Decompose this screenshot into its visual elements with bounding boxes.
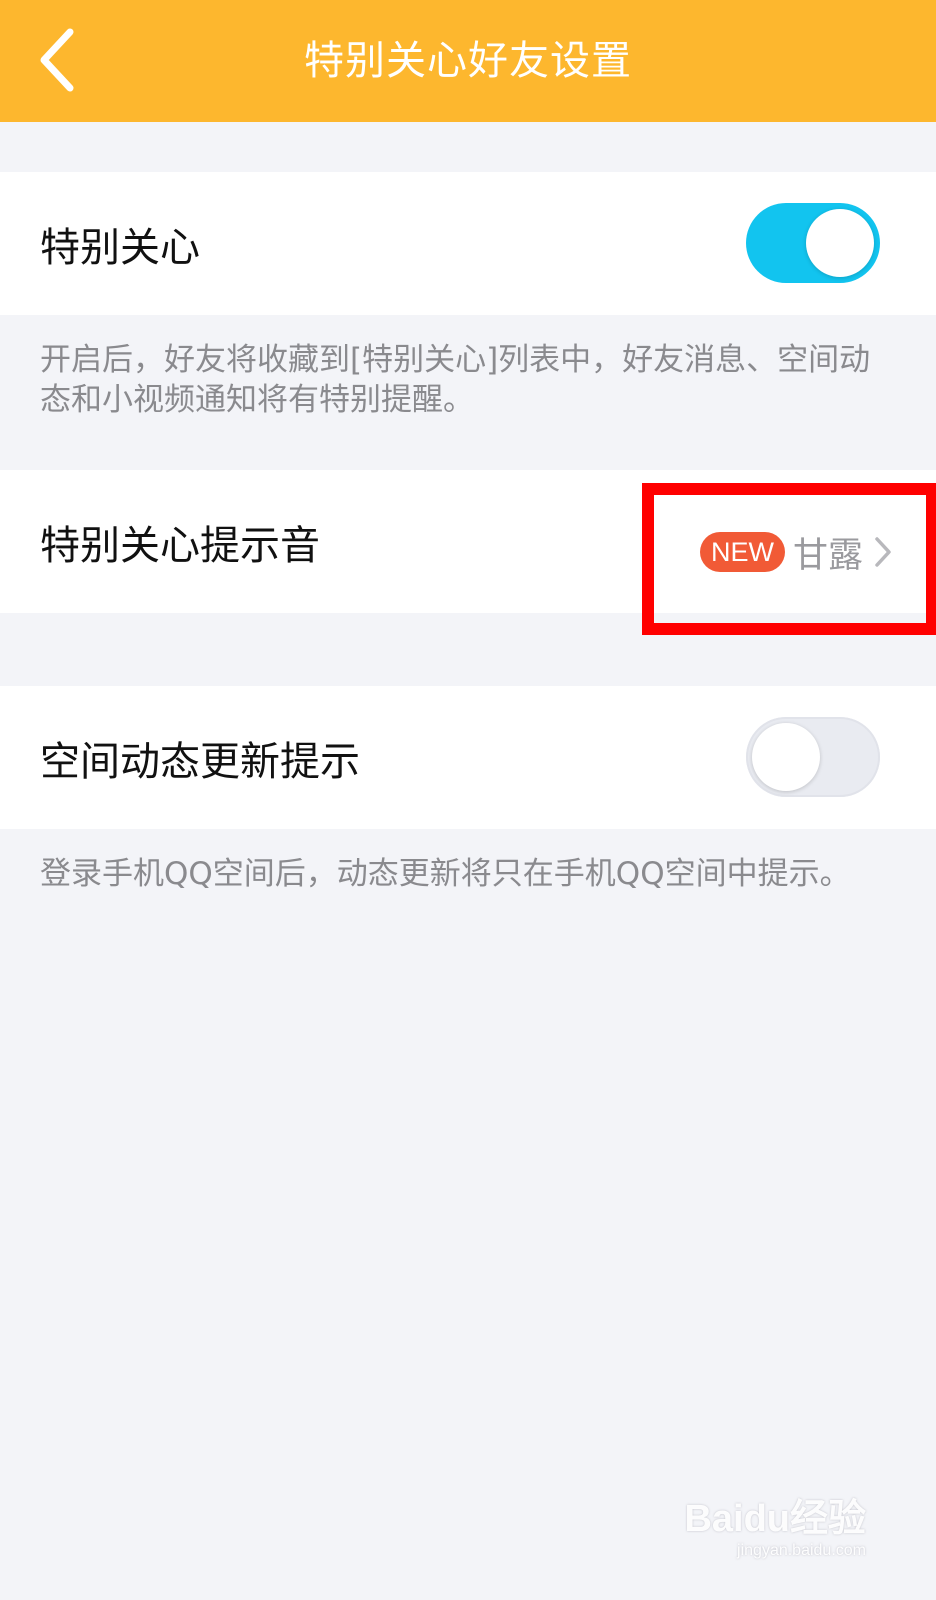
baidu-watermark: Baidu经验 jingyan.baidu.com	[684, 1487, 866, 1560]
alert-sound-label: 特别关心提示音	[40, 522, 320, 569]
watermark-brand: Baidu经验	[684, 1498, 866, 1540]
qzone-updates-description: 登录手机QQ空间后，动态更新将只在手机QQ空间中提示。	[40, 856, 851, 892]
top-nav-bar: 特别关心好友设置	[0, 0, 936, 122]
page-title: 特别关心好友设置	[304, 38, 632, 84]
special-care-description: 开启后，好友将收藏到[特别关心]列表中，好友消息、空间动态和小视频通知将有特别提…	[40, 342, 871, 418]
qzone-updates-label: 空间动态更新提示	[40, 738, 360, 785]
special-care-row: 特别关心	[0, 172, 936, 315]
special-care-toggle[interactable]	[746, 203, 880, 283]
toggle-knob	[752, 723, 820, 791]
qzone-updates-row: 空间动态更新提示	[0, 686, 936, 829]
watermark-url: jingyan.baidu.com	[737, 1542, 866, 1559]
toggle-knob	[806, 209, 874, 277]
red-highlight-box	[642, 483, 936, 635]
qzone-updates-toggle[interactable]	[746, 717, 880, 797]
special-care-label: 特别关心	[40, 224, 200, 271]
